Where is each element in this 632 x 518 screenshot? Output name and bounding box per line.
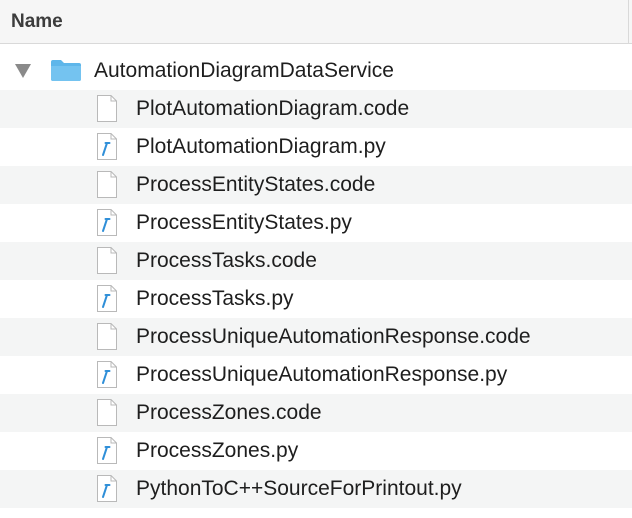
python-file-icon — [97, 437, 117, 464]
file-name: PlotAutomationDiagram.code — [136, 97, 410, 120]
document-icon — [97, 247, 117, 274]
document-icon — [97, 95, 117, 122]
file-row[interactable]: ProcessZones.py — [0, 432, 632, 470]
file-row[interactable]: PlotAutomationDiagram.py — [0, 128, 632, 166]
python-file-icon — [97, 209, 117, 236]
python-file-icon — [97, 133, 117, 160]
file-row[interactable]: ProcessUniqueAutomationResponse.code — [0, 318, 632, 356]
file-name: ProcessTasks.code — [136, 249, 317, 272]
file-row[interactable]: ProcessTasks.code — [0, 242, 632, 280]
document-icon — [97, 399, 117, 426]
folder-icon — [51, 60, 81, 81]
python-file-icon — [97, 475, 117, 502]
folder-row[interactable]: AutomationDiagramDataService — [0, 52, 632, 90]
python-file-icon — [97, 285, 117, 312]
file-row[interactable]: ProcessZones.code — [0, 394, 632, 432]
file-row[interactable]: PlotAutomationDiagram.code — [0, 90, 632, 128]
file-name: ProcessUniqueAutomationResponse.code — [136, 325, 531, 348]
document-icon — [97, 171, 117, 198]
file-name: ProcessTasks.py — [136, 287, 294, 310]
file-row[interactable]: PythonToC++SourceForPrintout.py — [0, 470, 632, 508]
python-file-icon — [97, 361, 117, 388]
document-icon — [97, 323, 117, 350]
column-divider[interactable] — [628, 0, 629, 44]
file-name: PlotAutomationDiagram.py — [136, 135, 386, 158]
column-header: Name — [0, 0, 632, 44]
file-name: ProcessUniqueAutomationResponse.py — [136, 363, 508, 386]
file-row[interactable]: ProcessEntityStates.code — [0, 166, 632, 204]
file-name: PythonToC++SourceForPrintout.py — [136, 477, 462, 500]
folder-name: AutomationDiagramDataService — [94, 59, 394, 82]
file-name: ProcessEntityStates.py — [136, 211, 352, 234]
file-row[interactable]: ProcessEntityStates.py — [0, 204, 632, 242]
file-row[interactable]: ProcessTasks.py — [0, 280, 632, 318]
file-name: ProcessZones.py — [136, 439, 299, 462]
file-row[interactable]: ProcessUniqueAutomationResponse.py — [0, 356, 632, 394]
name-column-header[interactable]: Name — [11, 11, 63, 33]
disclosure-triangle-icon[interactable] — [15, 64, 31, 78]
file-name: ProcessZones.code — [136, 401, 322, 424]
file-list: AutomationDiagramDataService PlotAutomat… — [0, 52, 632, 508]
file-name: ProcessEntityStates.code — [136, 173, 376, 196]
